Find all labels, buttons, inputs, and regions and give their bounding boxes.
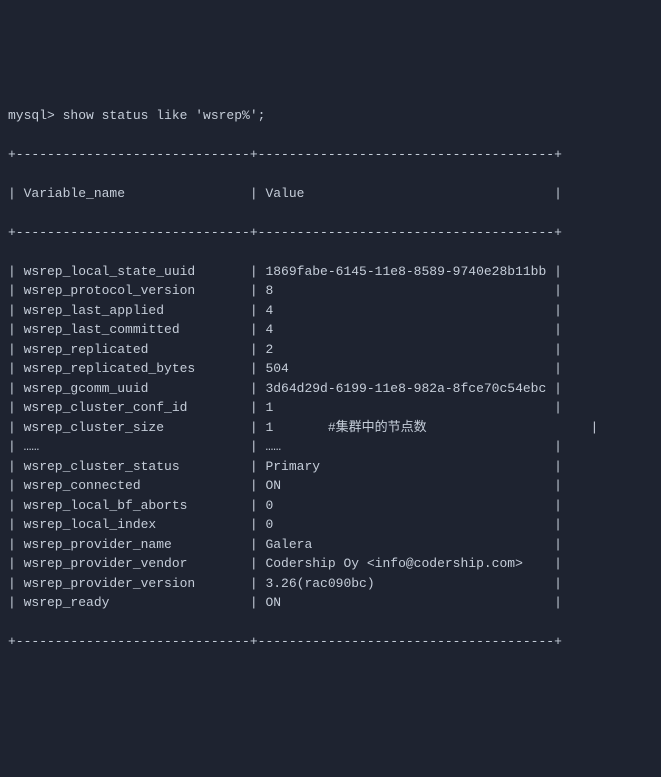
- terminal-output: mysql> show status like 'wsrep%'; +-----…: [8, 86, 653, 671]
- table-divider: +------------------------------+--------…: [8, 145, 653, 165]
- table-row: | wsrep_last_applied | 4 |: [8, 301, 653, 321]
- table-row: | wsrep_last_committed | 4 |: [8, 320, 653, 340]
- table-row: | wsrep_cluster_conf_id | 1 |: [8, 398, 653, 418]
- table-row: | wsrep_provider_version | 3.26(rac090bc…: [8, 574, 653, 594]
- table-row: | wsrep_local_index | 0 |: [8, 515, 653, 535]
- table-row: | wsrep_provider_vendor | Codership Oy <…: [8, 554, 653, 574]
- table-header: | Variable_name | Value |: [8, 184, 653, 204]
- table-row: | wsrep_cluster_status | Primary |: [8, 457, 653, 477]
- table-row: | wsrep_replicated_bytes | 504 |: [8, 359, 653, 379]
- table-row: | wsrep_local_state_uuid | 1869fabe-6145…: [8, 262, 653, 282]
- table-row: | wsrep_ready | ON |: [8, 593, 653, 613]
- sql-prompt: mysql> show status like 'wsrep%';: [8, 106, 653, 126]
- table-divider: +------------------------------+--------…: [8, 223, 653, 243]
- table-row: | …… | …… |: [8, 437, 653, 457]
- table-row: | wsrep_local_bf_aborts | 0 |: [8, 496, 653, 516]
- table-row: | wsrep_replicated | 2 |: [8, 340, 653, 360]
- table-row: | wsrep_protocol_version | 8 |: [8, 281, 653, 301]
- table-row: | wsrep_cluster_size | 1 #集群中的节点数 |: [8, 418, 653, 438]
- table-row: | wsrep_gcomm_uuid | 3d64d29d-6199-11e8-…: [8, 379, 653, 399]
- table-row: | wsrep_provider_name | Galera |: [8, 535, 653, 555]
- table-divider: +------------------------------+--------…: [8, 632, 653, 652]
- table-row: | wsrep_connected | ON |: [8, 476, 653, 496]
